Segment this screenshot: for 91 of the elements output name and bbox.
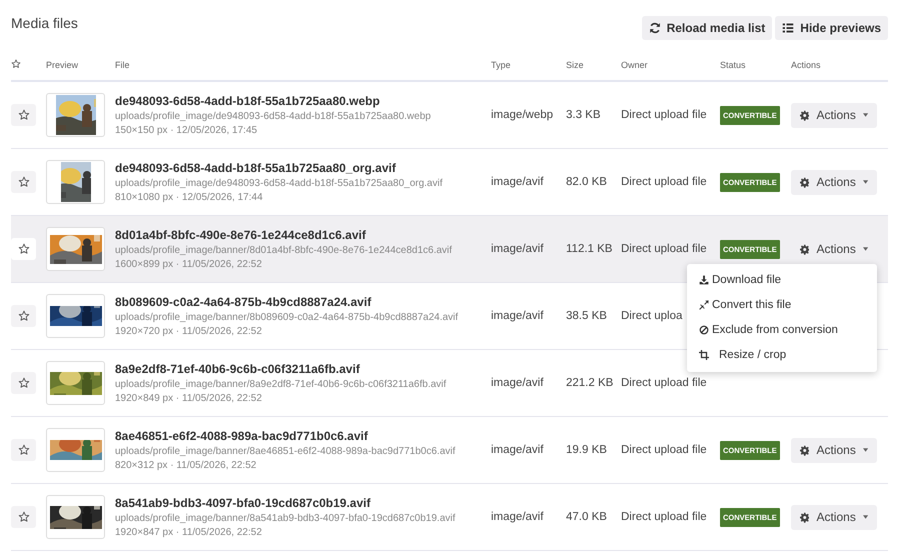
crop-icon bbox=[699, 350, 709, 360]
file-path: uploads/profile_image/banner/8a9e2df8-71ef-40b6-9c6b-c06f3211a6fb.avif bbox=[115, 379, 448, 390]
reload-icon bbox=[648, 22, 661, 34]
ban-icon bbox=[699, 325, 709, 335]
arrows-icon bbox=[699, 300, 709, 310]
reload-button[interactable]: Reload media list bbox=[642, 16, 772, 40]
star-button[interactable] bbox=[11, 305, 36, 327]
gear-icon bbox=[800, 244, 810, 254]
file-path: uploads/profile_image/de948093-6d58-4add-b18f-55a1b725aa80_org.avif bbox=[115, 178, 444, 189]
caret-icon bbox=[862, 180, 868, 184]
actions-button[interactable]: Actions bbox=[791, 102, 877, 128]
file-size: 221.2 KB bbox=[566, 377, 614, 389]
menu-item[interactable]: Resize / crop bbox=[687, 342, 877, 368]
actions-button[interactable]: Actions bbox=[791, 438, 877, 462]
file-owner: Direct upload file bbox=[621, 109, 707, 121]
menu-item[interactable]: Download file bbox=[687, 268, 877, 292]
gear-icon bbox=[800, 110, 810, 120]
file-path: uploads/profile_image/de948093-6d58-4add-b18f-55a1b725aa80.webp bbox=[115, 111, 432, 122]
star-icon bbox=[18, 377, 30, 389]
file-type: image/avif bbox=[491, 444, 544, 456]
file-owner: Direct upload file bbox=[621, 377, 707, 389]
column-header: File bbox=[115, 60, 130, 70]
file-type: image/avif bbox=[491, 176, 544, 188]
column-header: Owner bbox=[621, 60, 648, 70]
star-icon bbox=[18, 444, 30, 456]
file-name: 8a541ab9-bdb3-4097-bfa0-19cd687c0b19.avif bbox=[115, 496, 372, 510]
file-size: 38.5 KB bbox=[566, 310, 607, 322]
file-owner: Direct upload file bbox=[621, 444, 707, 456]
gear-icon bbox=[800, 512, 810, 522]
file-name: 8ae46851-e6f2-4088-989a-bac9d771b0c6.avif bbox=[115, 429, 369, 443]
star-button[interactable] bbox=[11, 506, 36, 528]
menu-item[interactable]: Convert this file bbox=[687, 292, 877, 318]
file-meta: 1920×849 px · 11/05/2026, 22:52 bbox=[115, 393, 263, 404]
file-meta: 810×1080 px · 12/05/2026, 17:44 bbox=[115, 192, 264, 203]
menu-item[interactable]: Exclude from conversion bbox=[687, 318, 877, 342]
column-header: Preview bbox=[46, 60, 78, 70]
file-name: 8d01a4bf-8bfc-490e-8e76-1e244ce8d1c6.avif bbox=[115, 228, 367, 242]
file-owner: Direct uploa bbox=[621, 310, 682, 322]
caret-icon bbox=[862, 448, 868, 452]
gear-icon bbox=[800, 176, 810, 188]
file-path: uploads/profile_image/banner/8a541ab9-bdb3-4097-bfa0-19cd687c0b19.avif bbox=[115, 513, 456, 524]
file-meta: 1920×720 px · 11/05/2026, 22:52 bbox=[115, 326, 263, 337]
star-icon bbox=[18, 243, 30, 255]
star-button[interactable] bbox=[11, 439, 36, 461]
star-icon bbox=[11, 59, 21, 69]
file-size: 112.1 KB bbox=[566, 243, 612, 255]
gear-icon bbox=[800, 444, 810, 456]
file-path: uploads/profile_image/banner/8b089609-c0a2-4a64-875b-4b9cd8887a24.avif bbox=[115, 312, 460, 323]
caret-icon bbox=[862, 515, 868, 519]
file-meta: 1920×847 px · 11/05/2026, 22:52 bbox=[115, 527, 263, 538]
column-header: Status bbox=[720, 60, 746, 70]
list-icon bbox=[782, 22, 794, 34]
file-owner: Direct upload file bbox=[621, 243, 707, 255]
file-type: image/avif bbox=[491, 377, 544, 389]
file-name: 8b089609-c0a2-4a64-875b-4b9cd8887a24.avif bbox=[115, 295, 372, 309]
star-button[interactable] bbox=[11, 238, 36, 260]
file-meta: 820×312 px · 11/05/2026, 22:52 bbox=[115, 460, 258, 471]
caret-icon bbox=[862, 247, 868, 251]
star-button[interactable] bbox=[11, 372, 36, 394]
download-icon bbox=[699, 275, 709, 285]
column-header: Actions bbox=[791, 60, 821, 70]
file-type: image/avif bbox=[491, 511, 544, 523]
star-icon bbox=[18, 310, 30, 322]
file-size: 19.9 KB bbox=[566, 444, 607, 456]
star-button[interactable] bbox=[11, 171, 36, 193]
star-icon bbox=[18, 511, 30, 523]
file-owner: Direct upload file bbox=[621, 176, 707, 188]
file-type: image/avif bbox=[491, 243, 544, 255]
file-path: uploads/profile_image/banner/8d01a4bf-8bfc-490e-8e76-1e244ce8d1c6.avif bbox=[115, 245, 453, 256]
file-type: image/webp bbox=[491, 109, 554, 121]
caret-icon bbox=[862, 113, 868, 117]
file-size: 47.0 KB bbox=[566, 511, 607, 523]
file-meta: 150×150 px · 12/05/2026, 17:45 bbox=[115, 125, 258, 136]
star-icon bbox=[18, 109, 30, 121]
file-path: uploads/profile_image/banner/8ae46851-e6f2-4088-989a-bac9d771b0c6.avif bbox=[115, 446, 456, 457]
star-icon bbox=[18, 176, 30, 188]
file-type: image/avif bbox=[491, 310, 544, 322]
file-name: de948093-6d58-4add-b18f-55a1b725aa80.webp bbox=[115, 94, 381, 108]
star-button[interactable] bbox=[11, 104, 36, 126]
actions-button[interactable]: Actions bbox=[791, 504, 877, 530]
column-header: Size bbox=[566, 60, 584, 70]
file-owner: Direct upload file bbox=[621, 511, 707, 523]
actions-button[interactable]: Actions bbox=[791, 170, 877, 194]
file-meta: 1600×899 px · 11/05/2026, 22:52 bbox=[115, 259, 263, 270]
file-name: 8a9e2df8-71ef-40b6-9c6b-c06f3211a6fb.avif bbox=[115, 362, 361, 376]
file-name: de948093-6d58-4add-b18f-55a1b725aa80_org.avif bbox=[115, 161, 397, 175]
file-size: 3.3 KB bbox=[566, 109, 601, 121]
column-header: Type bbox=[491, 60, 511, 70]
hide-previews-button[interactable]: Hide previews bbox=[775, 16, 888, 40]
page-title: Media files bbox=[11, 15, 78, 31]
file-size: 82.0 KB bbox=[566, 176, 607, 188]
